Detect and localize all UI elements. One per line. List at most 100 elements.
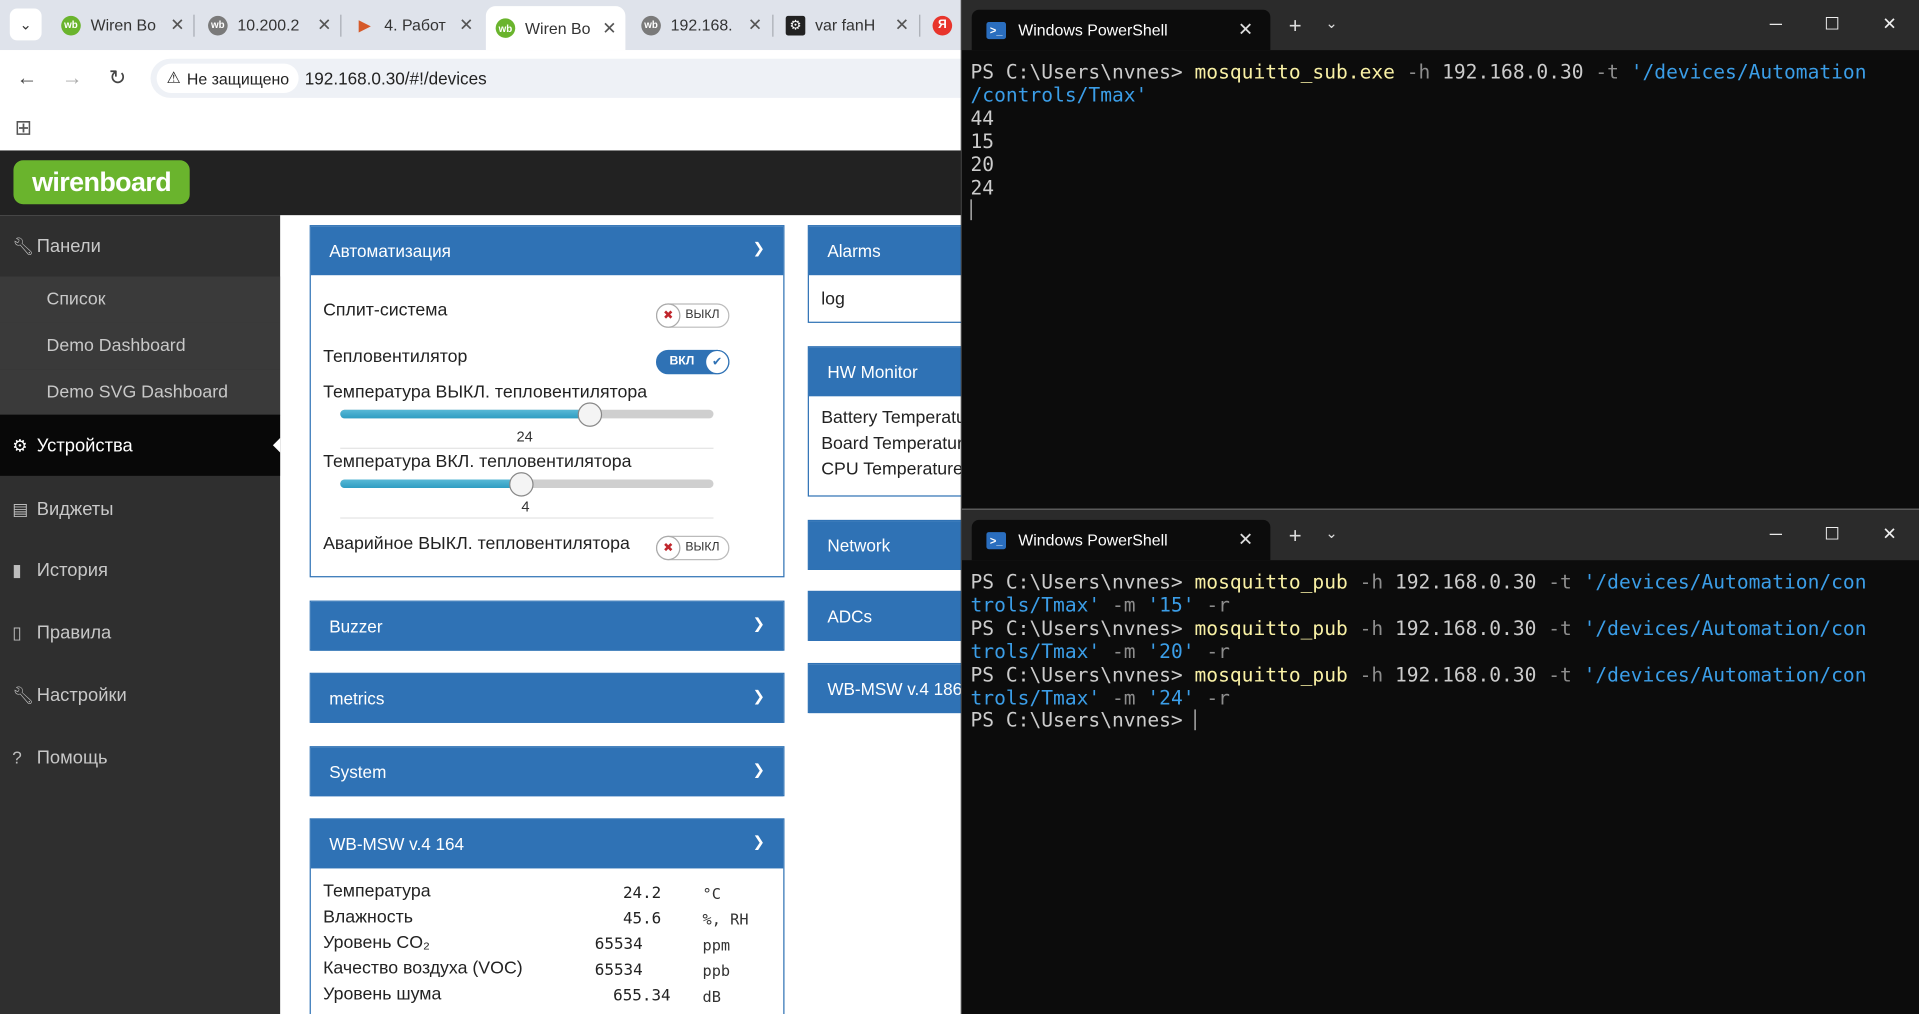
check-icon: ✔: [704, 349, 730, 375]
close-icon[interactable]: ✕: [744, 15, 766, 36]
apps-grid-icon[interactable]: ⊞: [15, 116, 32, 140]
close-icon[interactable]: ✕: [455, 15, 477, 36]
tab-192-168[interactable]: wb 192.168. ✕: [632, 6, 772, 44]
close-window-button[interactable]: ✕: [1877, 524, 1901, 545]
automation-panel-header[interactable]: Автоматизация ❯: [310, 226, 784, 276]
sidebar-item-demo-dashboard[interactable]: Demo Dashboard: [0, 322, 281, 370]
hw-monitor-panel: HW Monitor Battery Temperature Board Tem…: [807, 346, 962, 497]
close-icon[interactable]: ✕: [891, 15, 913, 36]
bar-chart-icon: ▮: [12, 559, 22, 580]
sidebar-item-rules[interactable]: ▯ Правила: [0, 602, 280, 663]
page-header: wirenboard: [0, 150, 962, 216]
sidebar-item-list[interactable]: Список: [0, 276, 281, 323]
alarms-panel-header[interactable]: Alarms: [808, 226, 962, 276]
tab-10-200[interactable]: wb 10.200.2 ✕: [198, 6, 340, 44]
buzzer-panel-header[interactable]: Buzzer ❯: [310, 601, 784, 651]
new-tab-button[interactable]: +: [1289, 524, 1302, 550]
forward-button[interactable]: →: [59, 65, 86, 92]
tab-var-fan[interactable]: ⚙ var fanH ✕: [776, 6, 918, 44]
tab-rabota[interactable]: ▶ 4. Работ ✕: [345, 6, 482, 44]
sidebar-item-label: Устройства: [36, 434, 133, 456]
maximize-button[interactable]: ☐: [1820, 524, 1844, 545]
close-window-button[interactable]: ✕: [1877, 13, 1901, 34]
tab-wiren-board-active[interactable]: wb Wiren Bo ✕: [485, 6, 626, 51]
wirenboard-logo[interactable]: wirenboard: [13, 160, 190, 205]
close-icon[interactable]: ✕: [166, 15, 188, 36]
adcs-panel-header[interactable]: ADCs: [808, 592, 962, 641]
terminal-output[interactable]: PS C:\Users\nvnes> mosquitto_sub.exe -h …: [970, 60, 1867, 223]
system-panel-header[interactable]: System ❯: [310, 747, 784, 797]
close-icon[interactable]: ✕: [598, 18, 620, 39]
chevron-down-icon[interactable]: ⌄: [1325, 15, 1337, 32]
sidebar-item-devices[interactable]: ⚙ Устройства: [0, 414, 281, 476]
maximize-button[interactable]: ☐: [1820, 13, 1844, 34]
topic-string: '/devices/Automation/con: [1571, 662, 1867, 686]
slider-thumb[interactable]: [509, 472, 534, 497]
sensor-value: 45.6: [622, 910, 662, 929]
terminal-output[interactable]: PS C:\Users\nvnes> mosquitto_pub -h 192.…: [970, 569, 1867, 733]
sidebar-item-help[interactable]: ? Помощь: [0, 727, 280, 788]
temp-on-label: Температура ВКЛ. тепловентилятора: [323, 452, 632, 473]
prompt: PS C:\Users\nvnes>: [970, 662, 1195, 686]
chevron-down-icon[interactable]: ⌄: [1325, 525, 1337, 542]
security-chip[interactable]: ⚠ Не защищено: [156, 63, 299, 93]
sidebar-item-demo-svg-dashboard[interactable]: Demo SVG Dashboard: [0, 369, 281, 416]
divider: [340, 447, 714, 449]
param: -m: [1112, 685, 1136, 709]
minimize-button[interactable]: ─: [1764, 13, 1788, 33]
msw186-panel[interactable]: WB-MSW v.4 186: [807, 662, 962, 714]
sidebar-item-settings[interactable]: 🔧︎ Настройки: [0, 664, 280, 725]
param: -t: [1548, 616, 1572, 640]
sidebar-item-label: Demo Dashboard: [46, 336, 186, 356]
topic-string: trols/Tmax': [970, 639, 1101, 663]
msw186-panel-header[interactable]: WB-MSW v.4 186: [808, 664, 962, 714]
sensor-value: 655.34: [613, 987, 671, 1006]
output-line: 20: [970, 152, 995, 176]
minimize-button[interactable]: ─: [1764, 524, 1788, 544]
tab-wiren-board-1[interactable]: wb Wiren Bo ✕: [51, 6, 193, 44]
hw-row-label: CPU Temperature: [821, 459, 962, 480]
msw164-panel-header[interactable]: WB-MSW v.4 164 ❯: [310, 819, 784, 869]
output-line: 44: [970, 106, 995, 130]
temp-off-slider[interactable]: [340, 402, 714, 427]
tab-separator: [772, 14, 774, 37]
terminal-tab[interactable]: >_ Windows PowerShell ✕: [971, 519, 1271, 561]
command: mosquitto_pub: [1194, 616, 1348, 640]
temp-on-slider[interactable]: [340, 472, 714, 497]
sidebar-item-widgets[interactable]: ▤ Виджеты: [0, 478, 280, 539]
sidebar-item-label: Настройки: [36, 684, 127, 706]
heater-toggle[interactable]: ВКЛ ✔: [655, 349, 730, 375]
tab-yandex[interactable]: Я: [923, 6, 962, 44]
split-system-toggle[interactable]: ✖ ВЫКЛ: [655, 303, 730, 328]
tab-search-button[interactable]: ⌄: [9, 8, 42, 41]
sidebar-item-label: Помощь: [36, 746, 108, 768]
play-icon: ▶: [358, 15, 371, 34]
close-icon[interactable]: ✕: [313, 15, 335, 36]
topic-string: '/devices/Automation/con: [1571, 569, 1867, 594]
metrics-panel[interactable]: metrics ❯: [309, 672, 785, 723]
system-panel[interactable]: System ❯: [309, 746, 785, 797]
powershell-icon: >_: [986, 531, 1007, 549]
reload-button[interactable]: ↻: [104, 65, 131, 92]
buzzer-panel[interactable]: Buzzer ❯: [309, 600, 785, 651]
url-text[interactable]: 192.168.0.30/#!/devices: [305, 68, 487, 88]
panel-title: HW Monitor: [827, 362, 918, 382]
emergency-off-toggle[interactable]: ✖ ВЫКЛ: [655, 535, 730, 561]
cross-icon: ✖: [655, 535, 681, 561]
terminal-tab-title: Windows PowerShell: [1018, 20, 1168, 40]
adcs-panel[interactable]: ADCs: [807, 590, 962, 641]
close-icon[interactable]: ✕: [1238, 18, 1253, 41]
address-bar[interactable]: ⚠ Не защищено 192.168.0.30/#!/devices: [150, 58, 962, 98]
network-panel[interactable]: Network: [807, 519, 962, 570]
slider-thumb[interactable]: [578, 402, 603, 427]
network-panel-header[interactable]: Network: [808, 521, 962, 570]
new-tab-button[interactable]: +: [1289, 13, 1302, 39]
back-button[interactable]: ←: [13, 65, 40, 92]
hw-monitor-panel-header[interactable]: HW Monitor: [808, 347, 962, 397]
sidebar-item-history[interactable]: ▮ История: [0, 539, 280, 600]
panel-title: metrics: [329, 688, 385, 709]
metrics-panel-header[interactable]: metrics ❯: [310, 673, 784, 723]
terminal-tab[interactable]: >_ Windows PowerShell ✕: [971, 9, 1271, 51]
close-icon[interactable]: ✕: [1238, 528, 1253, 551]
sidebar-item-panels[interactable]: 🔧︎ Панели: [0, 215, 280, 276]
